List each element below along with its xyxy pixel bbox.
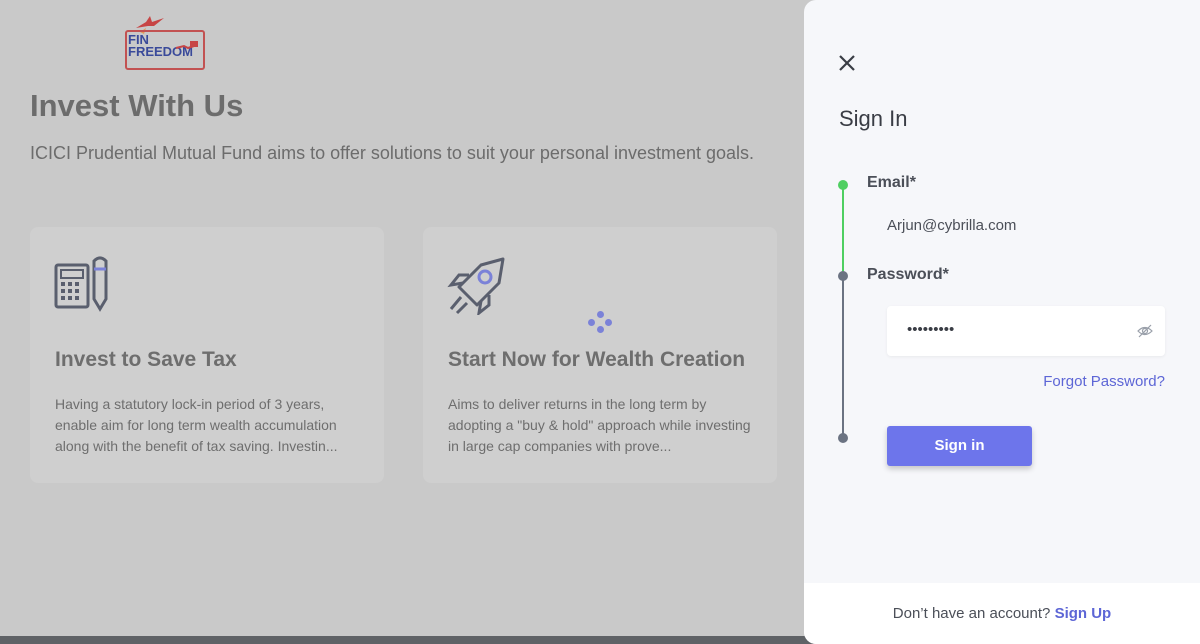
sign-up-link[interactable]: Sign Up	[1055, 605, 1112, 622]
password-value: •••••••••	[907, 321, 955, 338]
card-title: Invest to Save Tax	[55, 348, 237, 371]
rocket-icon	[447, 257, 505, 315]
password-field[interactable]: •••••••••	[887, 306, 1165, 356]
card-description: Having a statutory lock-in period of 3 y…	[55, 396, 338, 454]
password-label: Password*	[867, 266, 949, 283]
step-progress-line-pending	[842, 276, 844, 438]
step-dot-password	[838, 271, 848, 281]
calculator-pencil-icon	[54, 256, 108, 312]
email-field[interactable]: Arjun@cybrilla.com	[887, 217, 1016, 234]
fin-freedom-logo[interactable]: FIN FREEDOM	[122, 14, 208, 72]
step-dot-submit	[838, 433, 848, 443]
sign-up-footer: Don’t have an account? Sign Up	[804, 583, 1200, 644]
hero-title: Invest With Us	[30, 88, 244, 123]
forgot-password-link[interactable]: Forgot Password?	[1043, 373, 1165, 390]
wealth-creation-card[interactable]: Start Now for Wealth Creation Aims to de…	[423, 227, 777, 483]
card-description: Aims to deliver returns in the long term…	[448, 396, 751, 454]
sign-in-button[interactable]: Sign in	[887, 426, 1032, 466]
hand-coin-icon	[175, 41, 198, 50]
no-account-text: Don’t have an account?	[892, 605, 1051, 622]
sign-in-panel: Sign In Email* Arjun@cybrilla.com Passwo…	[804, 0, 1200, 644]
spinner-dot	[588, 319, 595, 326]
spinner-dot	[597, 326, 604, 333]
email-label: Email*	[867, 174, 916, 191]
eye-slash-icon[interactable]	[1137, 323, 1153, 339]
hero-subtitle: ICICI Prudential Mutual Fund aims to off…	[30, 143, 755, 163]
panel-title: Sign In	[839, 106, 908, 131]
spinner-dot	[605, 319, 612, 326]
spinner-dot	[597, 311, 604, 318]
invest-tax-card[interactable]: Invest to Save Tax Having a statutory lo…	[30, 227, 384, 483]
step-dot-email	[838, 180, 848, 190]
card-title: Start Now for Wealth Creation	[448, 348, 746, 371]
step-progress-line-complete	[842, 186, 844, 274]
loading-spinner-icon	[588, 311, 614, 335]
close-icon[interactable]	[834, 50, 860, 76]
